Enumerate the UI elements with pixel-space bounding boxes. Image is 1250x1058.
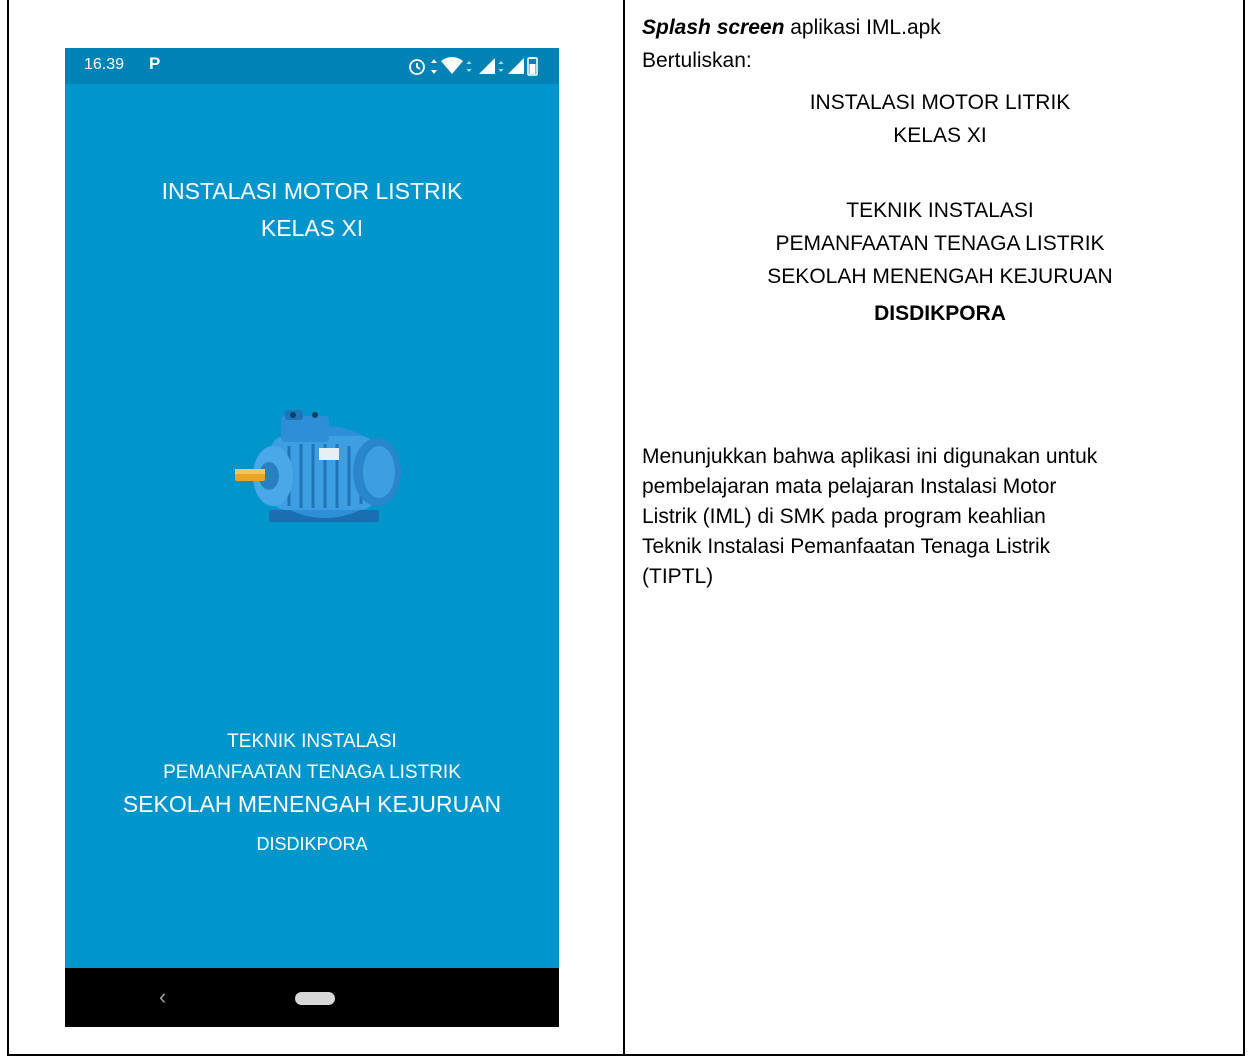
back-icon[interactable]: ‹ — [159, 984, 166, 1010]
center-line: TEKNIK INSTALASI — [846, 199, 1034, 222]
splash-title-line2: KELAS XI — [260, 215, 364, 241]
phone-screenshot: 16.39 P INSTALASI MOTOR LISTRIK KELAS XI… — [65, 48, 559, 1027]
paragraph-line: pembelajaran mata pelajaran Instalasi Mo… — [642, 475, 1057, 498]
paragraph-line: (TIPTL) — [642, 565, 714, 588]
parking-app-icon: P — [149, 54, 161, 73]
status-time: 16.39 — [84, 56, 125, 73]
signal-icon — [479, 58, 495, 74]
data-arrows-icon — [498, 61, 504, 72]
center-line: INSTALASI MOTOR LITRIK — [809, 91, 1071, 114]
paragraph-line: Teknik Instalasi Pemanfaatan Tenaga List… — [642, 535, 1051, 558]
description-paragraph: Menunjukkan bahwa aplikasi ini digunakan… — [642, 442, 1242, 592]
paragraph-line: Menunjukkan bahwa aplikasi ini digunakan… — [642, 445, 1098, 468]
splash-footer-line2: PEMANFAATAN TENAGA LISTRIK — [163, 762, 461, 783]
center-line-bold: DISDIKPORA — [874, 302, 1006, 325]
splash-footer-line4: DISDIKPORA — [256, 834, 368, 854]
home-pill-button[interactable] — [295, 992, 335, 1005]
paragraph-line: Listrik (IML) di SMK pada program keahli… — [642, 505, 1046, 528]
description-title-rest: aplikasi IML.apk — [784, 16, 941, 39]
splash-footer-line1: TEKNIK INSTALASI — [227, 731, 397, 752]
center-line: KELAS XI — [893, 124, 987, 147]
splash-title-line1: INSTALASI MOTOR LISTRIK — [161, 178, 463, 204]
navigation-bar: ‹ — [65, 968, 559, 1027]
description-title-bold: Splash screen — [642, 16, 785, 39]
electric-motor-icon — [235, 410, 401, 522]
wifi-icon — [441, 57, 463, 74]
description-bertuliskan: Bertuliskan: — [642, 49, 752, 72]
data-arrows-icon — [431, 59, 437, 74]
battery-icon — [527, 57, 538, 76]
description-title: Splash screen aplikasi IML.apk — [642, 15, 941, 40]
alarm-icon — [409, 59, 425, 75]
splash-footer-line3: SEKOLAH MENENGAH KEJURUAN — [122, 791, 502, 817]
center-line: SEKOLAH MENENGAH KEJURUAN — [767, 265, 1113, 288]
signal-icon — [508, 58, 524, 74]
data-arrows-icon — [466, 61, 472, 72]
status-bar: 16.39 P — [65, 48, 559, 84]
status-icons — [409, 57, 538, 76]
table-column-divider — [623, 0, 625, 1056]
center-line: PEMANFAATAN TENAGA LISTRIK — [775, 232, 1105, 255]
